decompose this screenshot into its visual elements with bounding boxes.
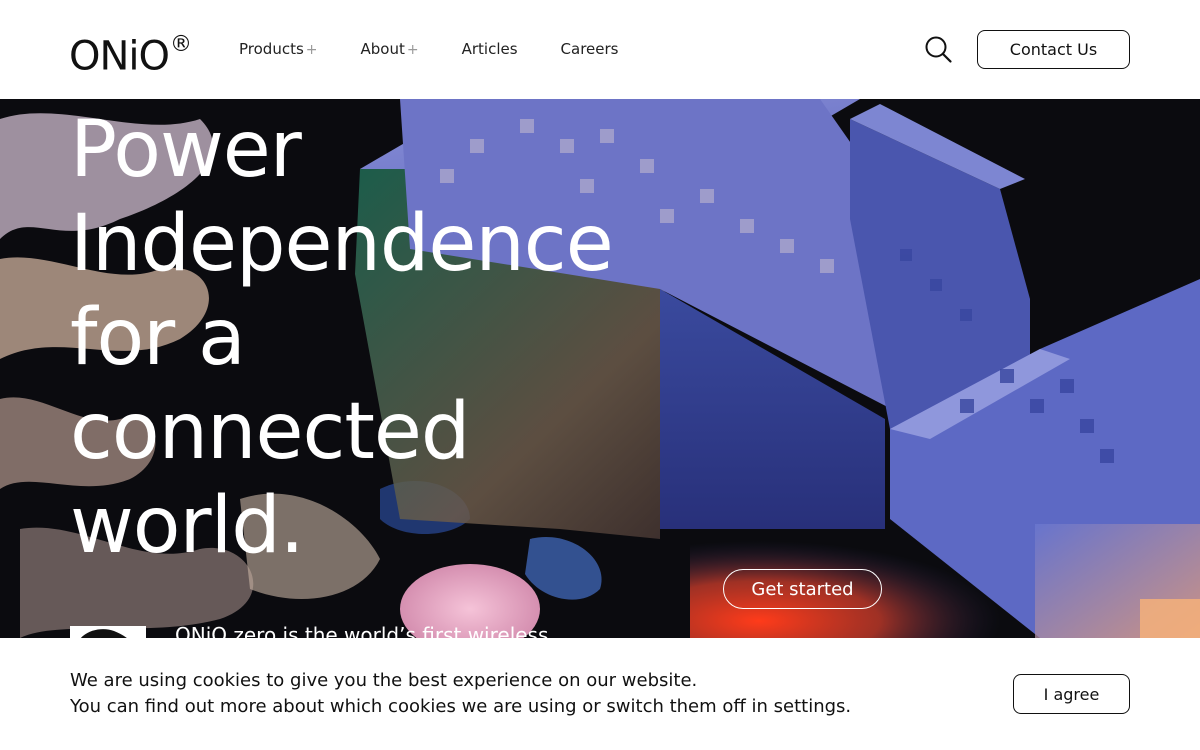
nav-item-label: Careers [560,40,619,58]
brand-logo[interactable]: ONiO® [69,27,192,80]
nav-item-articles[interactable]: Articles [462,38,518,61]
product-teaser: ONiO zero is the world’s first wireless [175,623,549,638]
headline-line: connected [70,387,470,477]
product-thumbnail [70,626,146,638]
cookie-agree-button[interactable]: I agree [1013,674,1130,714]
registered-mark: ® [170,32,192,57]
headline-line: world. [70,481,305,571]
main-nav: Products + About + Articles Careers [239,38,662,61]
hero-section: Power Independence for a connected world… [0,99,1200,638]
cookie-message-line: You can find out more about which cookie… [70,696,852,717]
headline-line: Power [70,105,302,195]
plus-icon: + [406,42,419,58]
headline-line: for a [70,293,246,383]
cookie-message-line: We are using cookies to give you the bes… [70,670,698,691]
nav-item-label: Articles [461,40,518,58]
contact-us-button[interactable]: Contact Us [977,30,1130,69]
nav-item-products[interactable]: Products + [239,38,318,61]
nav-item-careers[interactable]: Careers [561,38,619,61]
cookie-banner: We are using cookies to give you the bes… [0,638,1200,750]
nav-item-label: Products [239,40,304,58]
cookie-message: We are using cookies to give you the bes… [70,668,930,720]
nav-item-label: About [360,40,405,58]
hero-headline: Power Independence for a connected world… [70,103,690,573]
headline-line: Independence [70,199,614,289]
search-button[interactable] [922,33,954,65]
plus-icon: + [305,42,318,58]
brand-name: ONiO [69,33,170,80]
nav-item-about[interactable]: About + [361,38,419,61]
search-icon [925,36,952,63]
site-header: ONiO® Products + About + Articles Careers … [0,0,1200,99]
product-chip-icon [70,627,146,638]
get-started-button[interactable]: Get started [723,569,882,609]
